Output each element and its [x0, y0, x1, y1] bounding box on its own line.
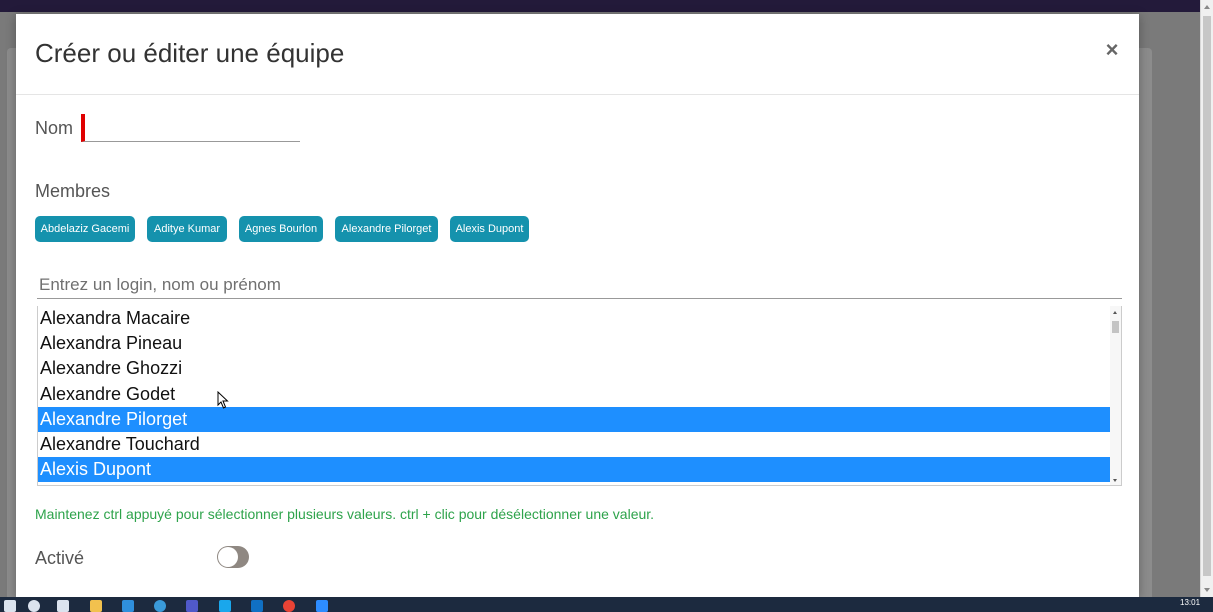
active-label: Activé	[35, 548, 85, 568]
start-icon[interactable]	[4, 600, 16, 612]
member-option[interactable]: Alexandre Godet	[38, 382, 1112, 407]
zoom-icon[interactable]	[316, 600, 328, 612]
skype-icon[interactable]	[219, 600, 231, 612]
member-option[interactable]: Alexandre Ghozzi	[38, 356, 1112, 381]
close-icon[interactable]: ×	[1102, 38, 1122, 62]
browser-top-bar	[0, 0, 1213, 12]
edge-icon[interactable]	[122, 600, 134, 612]
modal-title: Créer ou éditer une équipe	[35, 38, 345, 68]
nom-input[interactable]	[81, 114, 300, 142]
scroll-down-icon[interactable]	[1204, 588, 1210, 592]
browser-icon[interactable]	[154, 600, 166, 612]
page-scrollbar-thumb[interactable]	[1203, 16, 1211, 576]
search-icon[interactable]	[28, 600, 40, 612]
teams-icon[interactable]	[186, 600, 198, 612]
member-option[interactable]: Alexandre Pilorget	[38, 407, 1112, 432]
listbox-scrollbar-thumb[interactable]	[1112, 321, 1119, 333]
mouse-cursor-icon	[217, 391, 229, 409]
listbox-scroll-up-icon[interactable]	[1113, 311, 1117, 314]
chrome-icon[interactable]	[283, 600, 295, 612]
active-toggle[interactable]	[217, 546, 249, 568]
task-view-icon[interactable]	[57, 600, 69, 612]
page-scrollbar[interactable]	[1200, 0, 1213, 597]
file-explorer-icon[interactable]	[90, 600, 102, 612]
member-option[interactable]: Alexandra Pineau	[38, 331, 1112, 356]
member-option[interactable]: Alexandre Touchard	[38, 432, 1112, 457]
member-chip[interactable]: Alexandre Pilorget	[335, 216, 438, 242]
listbox-scrollbar[interactable]	[1110, 306, 1121, 485]
member-option[interactable]: Alexis Dupont	[38, 457, 1112, 482]
scroll-up-icon[interactable]	[1204, 5, 1210, 9]
modal-header: Créer ou éditer une équipe ×	[16, 14, 1139, 95]
team-edit-modal: Créer ou éditer une équipe × Nom Membres…	[16, 14, 1139, 597]
member-chip[interactable]: Aditye Kumar	[147, 216, 227, 242]
toggle-knob	[218, 547, 238, 567]
outlook-icon[interactable]	[251, 600, 263, 612]
listbox-scroll-down-icon[interactable]	[1113, 479, 1117, 482]
members-listbox[interactable]: Alexandra Macaire Alexandra Pineau Alexa…	[37, 306, 1122, 486]
windows-taskbar: 13:01	[0, 597, 1213, 612]
membres-label: Membres	[35, 181, 111, 201]
member-search-input[interactable]	[37, 271, 1122, 299]
nom-label: Nom	[35, 118, 74, 138]
taskbar-clock: 13:01	[1180, 598, 1201, 607]
member-option[interactable]: Alexandra Macaire	[38, 306, 1112, 331]
member-chip[interactable]: Agnes Bourlon	[239, 216, 323, 242]
member-chip[interactable]: Abdelaziz Gacemi	[35, 216, 135, 242]
member-chip[interactable]: Alexis Dupont	[450, 216, 529, 242]
multi-select-help-text: Maintenez ctrl appuyé pour sélectionner …	[35, 506, 655, 522]
